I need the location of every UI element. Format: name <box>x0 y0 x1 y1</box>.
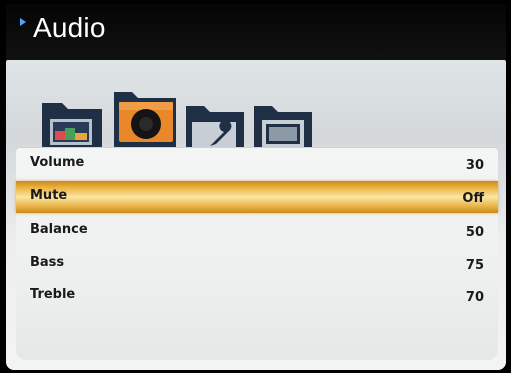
setup-folder-icon <box>186 106 244 152</box>
menu-item-value: 75 <box>465 258 484 273</box>
menu-item-value: 30 <box>465 158 484 173</box>
tab-audio[interactable] <box>114 84 180 156</box>
tv-screen: Audio Volume 30 Mute Off Balance 50 Bass… <box>0 0 511 373</box>
menu-item-value: Off <box>462 191 484 206</box>
menu-item-bass[interactable]: Bass 75 <box>16 248 498 280</box>
menu-item-label: Treble <box>30 287 76 302</box>
picture-folder-icon <box>42 103 102 151</box>
menu-item-volume[interactable]: Volume 30 <box>16 148 498 180</box>
menu-item-balance[interactable]: Balance 50 <box>16 215 498 247</box>
tab-picture[interactable] <box>42 95 108 155</box>
menu-item-value: 50 <box>465 225 484 240</box>
menu-item-label: Bass <box>30 255 65 270</box>
screen-folder-icon <box>254 106 312 152</box>
audio-menu-list: Volume 30 Mute Off Balance 50 Bass 75 Tr… <box>16 148 498 360</box>
menu-item-label: Mute <box>30 188 68 203</box>
menu-item-treble[interactable]: Treble 70 <box>16 280 498 312</box>
page-title: Audio <box>33 12 106 43</box>
menu-item-label: Balance <box>30 222 88 237</box>
menu-item-value: 70 <box>465 290 484 305</box>
header-bar: Audio <box>6 4 506 60</box>
play-arrow-icon <box>20 18 26 26</box>
menu-item-label: Volume <box>30 155 85 170</box>
menu-item-mute[interactable]: Mute Off <box>16 181 498 213</box>
audio-folder-icon <box>114 92 176 152</box>
